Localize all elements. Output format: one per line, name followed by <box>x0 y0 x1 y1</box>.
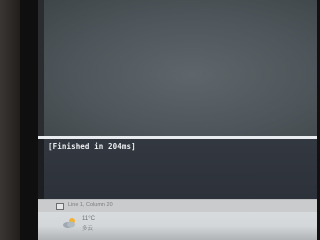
build-output-panel[interactable]: [Finished in 204ms] <box>44 139 317 199</box>
panel-toggle-icon[interactable] <box>56 203 64 210</box>
weather-temperature[interactable]: 11°C <box>82 216 95 222</box>
editor-area[interactable] <box>38 0 317 136</box>
build-output-text: [Finished in 204ms] <box>48 142 136 151</box>
screen-shadow <box>38 226 317 240</box>
screen: [Finished in 204ms] Line 1, Column 20 11… <box>38 0 317 240</box>
editor-gutter <box>38 0 44 136</box>
status-bar: Line 1, Column 20 <box>38 199 317 212</box>
cursor-position: Line 1, Column 20 <box>68 202 113 208</box>
monitor-bezel-inner <box>20 0 38 240</box>
